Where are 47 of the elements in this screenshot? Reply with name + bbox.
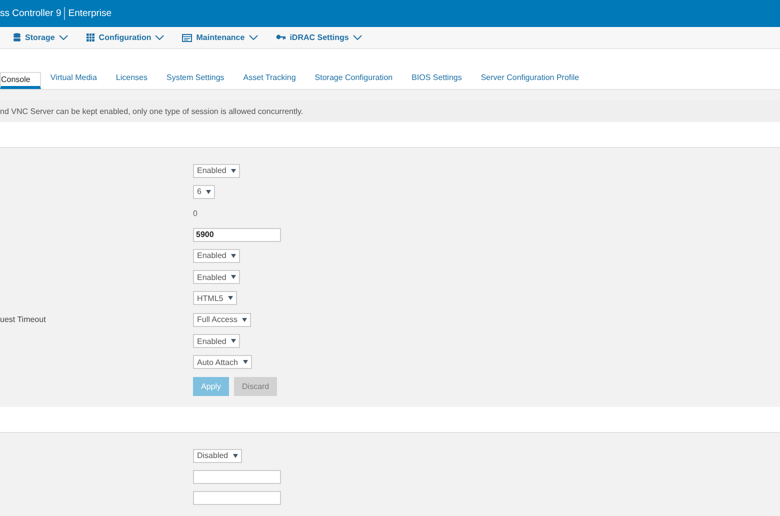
tab[interactable]: Console bbox=[0, 72, 41, 89]
nav-menu-item[interactable]: Configuration bbox=[98, 33, 152, 42]
tab[interactable]: Storage Configuration bbox=[305, 72, 402, 89]
key-icon bbox=[276, 34, 286, 41]
field-label: uest Timeout bbox=[0, 315, 46, 324]
dropdown[interactable]: Full Access bbox=[193, 312, 252, 327]
caret-down-icon bbox=[231, 168, 236, 173]
database-icon bbox=[13, 33, 21, 42]
dropdown[interactable]: Enabled bbox=[193, 248, 240, 263]
chevron-down-icon bbox=[58, 35, 68, 40]
grid-icon bbox=[86, 33, 95, 42]
input-field[interactable] bbox=[193, 491, 281, 506]
discard-button[interactable]: Discard bbox=[234, 377, 278, 396]
tab[interactable]: Virtual Media bbox=[40, 72, 106, 89]
tab[interactable]: System Settings bbox=[156, 72, 234, 89]
tab[interactable]: Licenses bbox=[106, 72, 157, 89]
caret-down-icon bbox=[231, 254, 236, 258]
chevron-down-icon bbox=[248, 35, 258, 40]
caret-down-icon bbox=[231, 275, 236, 280]
tab[interactable]: Server Configuration Profile bbox=[471, 72, 589, 89]
window-icon bbox=[182, 34, 192, 42]
caret-down-icon bbox=[233, 454, 238, 458]
product-edition: Enterprise bbox=[68, 8, 112, 19]
input-field[interactable]: 5900 bbox=[193, 228, 281, 242]
caret-down-icon bbox=[228, 296, 234, 300]
tab[interactable]: BIOS Settings bbox=[402, 72, 472, 89]
chevron-down-icon bbox=[155, 35, 164, 40]
dropdown[interactable]: Enabled bbox=[193, 164, 240, 178]
dropdown[interactable]: 6 bbox=[193, 184, 216, 199]
nav-menu-item[interactable]: Storage bbox=[25, 33, 55, 42]
dropdown[interactable]: Disabled bbox=[193, 448, 242, 463]
dropdown[interactable]: Enabled bbox=[193, 334, 240, 348]
input-field[interactable] bbox=[193, 470, 281, 484]
caret-down-icon bbox=[242, 318, 248, 322]
chevron-down-icon bbox=[352, 35, 362, 40]
dropdown[interactable]: HTML5 bbox=[193, 291, 238, 306]
dropdown[interactable]: Enabled bbox=[193, 270, 240, 284]
tab[interactable]: Asset Tracking bbox=[234, 72, 306, 89]
caret-down-icon bbox=[242, 360, 248, 364]
dropdown[interactable]: Auto Attach bbox=[193, 355, 252, 370]
caret-down-icon bbox=[231, 339, 236, 344]
notice-text: nd VNC Server can be kept enabled, only one type of session is allowed concurrently. bbox=[0, 106, 304, 116]
nav-menu-item[interactable]: Maintenance bbox=[196, 33, 245, 42]
nav-menu-item[interactable]: iDRAC Settings bbox=[290, 33, 349, 42]
field-value: 0 bbox=[193, 208, 198, 218]
caret-down-icon bbox=[206, 190, 212, 194]
product-title: ss Controller 9 bbox=[0, 8, 62, 19]
